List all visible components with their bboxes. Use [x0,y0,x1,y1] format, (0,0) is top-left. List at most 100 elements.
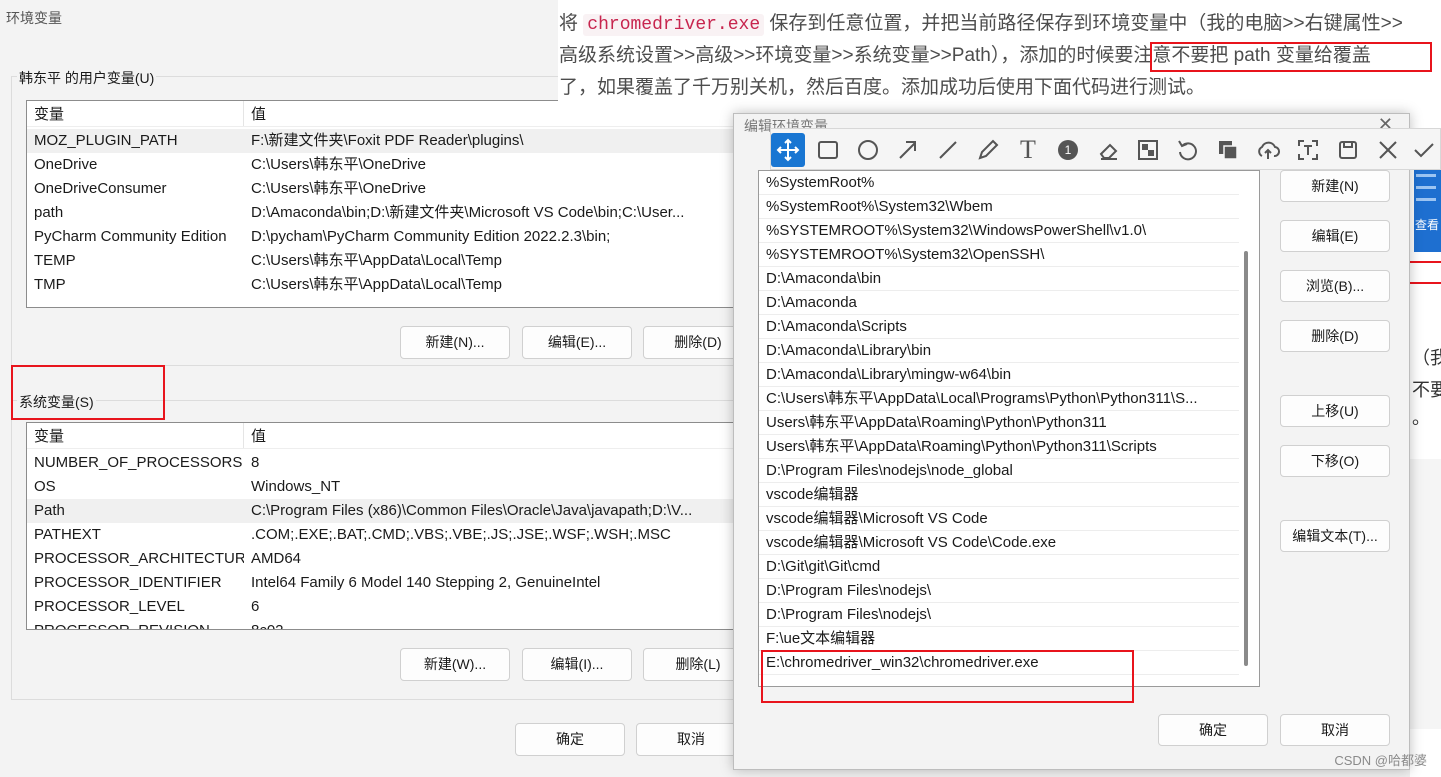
variable-name: OS [34,478,56,495]
line-icon[interactable] [931,133,965,167]
column-header-value[interactable]: 值 [251,101,266,129]
confirm-icon[interactable] [1407,133,1441,167]
move-up-button[interactable]: 上移(U) [1280,395,1390,427]
text-icon[interactable]: T [1011,133,1045,167]
user-edit-button[interactable]: 编辑(E)... [522,326,632,359]
number-marker-icon[interactable]: 1 [1051,133,1085,167]
list-item[interactable]: %SystemRoot%\System32\Wbem [759,195,1239,219]
system-variables-table[interactable]: 变量 值 NUMBER_OF_PROCESSORS 8 OS Windows_NT … [26,422,771,630]
list-item[interactable]: D:\Program Files\nodejs\ [759,579,1239,603]
move-icon[interactable] [771,133,805,167]
list-item[interactable]: %SYSTEMROOT%\System32\OpenSSH\ [759,243,1239,267]
variable-value: C:\Users\韩东平\OneDrive [251,180,427,197]
list-item[interactable]: Users\韩东平\AppData\Roaming\Python\Python3… [759,435,1239,459]
list-item[interactable]: D:\Git\git\Git\cmd [759,555,1239,579]
variable-value: F:\新建文件夹\Foxit PDF Reader\plugins\ [251,132,524,149]
variable-value: D:\pycham\PyCharm Community Edition 2022… [251,228,611,245]
list-item[interactable]: %SystemRoot% [759,171,1239,195]
list-item[interactable]: D:\Amaconda\Library\bin [759,339,1239,363]
variable-name: Path [34,502,65,519]
list-item[interactable]: D:\Amaconda\bin [759,267,1239,291]
column-header-value[interactable]: 值 [251,423,266,451]
table-row[interactable]: OS Windows_NT [27,475,770,499]
highlight-box [761,650,1134,703]
dialog-title: 环境变量 [6,10,62,26]
system-edit-button[interactable]: 编辑(I)... [522,648,632,681]
list-item[interactable]: vscode编辑器\Microsoft VS Code\Code.exe [759,531,1239,555]
table-row[interactable]: PyCharm Community Edition D:\pycham\PyCha… [27,225,770,249]
variable-value: 6 [251,598,260,615]
list-item[interactable]: D:\Amaconda\Scripts [759,315,1239,339]
delete-path-button[interactable]: 删除(D) [1280,320,1390,352]
undo-icon[interactable] [1171,133,1205,167]
mosaic-icon[interactable] [1131,133,1165,167]
table-row[interactable]: OneDrive C:\Users\韩东平\OneDrive [27,153,770,177]
table-header: 变量 值 [27,423,770,449]
text-fragment: 。 [1412,408,1430,428]
edit-ok-button[interactable]: 确定 [1158,714,1268,746]
move-down-button[interactable]: 下移(O) [1280,445,1390,477]
close-icon[interactable] [1371,133,1405,167]
table-row[interactable]: TMP C:\Users\韩东平\AppData\Local\Temp [27,273,770,297]
edit-cancel-button[interactable]: 取消 [1280,714,1390,746]
column-header-variable[interactable]: 变量 [34,101,64,129]
view-label[interactable]: 查看 [1415,216,1439,233]
table-row[interactable]: MOZ_PLUGIN_PATH F:\新建文件夹\Foxit PDF Reader… [27,129,770,153]
save-icon[interactable] [1331,133,1365,167]
red-divider [1410,261,1441,263]
scrollbar[interactable] [1244,251,1248,666]
table-row[interactable]: TEMP C:\Users\韩东平\AppData\Local\Temp [27,249,770,273]
highlight-box [11,365,165,420]
list-item[interactable]: C:\Users\韩东平\AppData\Local\Programs\Pyth… [759,387,1239,411]
variable-value: AMD64 [251,550,302,567]
edit-text-button[interactable]: 编辑文本(T)... [1280,520,1390,552]
variable-name: PROCESSOR_IDENTIFIER [34,574,222,591]
eraser-icon[interactable] [1091,133,1125,167]
arrow-icon[interactable] [891,133,925,167]
text-tool-glyph: T [1020,135,1036,164]
list-item[interactable]: D:\Amaconda\Library\mingw-w64\bin [759,363,1239,387]
system-new-button[interactable]: 新建(W)... [400,648,510,681]
list-item[interactable]: F:\ue文本编辑器 [759,627,1239,651]
rectangle-icon[interactable] [811,133,845,167]
path-entries-list[interactable]: %SystemRoot% %SystemRoot%\System32\Wbem … [758,170,1260,687]
list-item[interactable]: Users\韩东平\AppData\Roaming\Python\Python3… [759,411,1239,435]
browse-button[interactable]: 浏览(B)... [1280,270,1390,302]
new-path-button[interactable]: 新建(N) [1280,170,1390,202]
cancel-button[interactable]: 取消 [636,723,746,756]
table-row[interactable]: NUMBER_OF_PROCESSORS 8 [27,451,770,475]
list-item[interactable]: vscode编辑器\Microsoft VS Code [759,507,1239,531]
list-item[interactable]: %SYSTEMROOT%\System32\WindowsPowerShell\… [759,219,1239,243]
list-item[interactable]: D:\Program Files\nodejs\ [759,603,1239,627]
ocr-icon[interactable] [1291,133,1325,167]
edit-path-button[interactable]: 编辑(E) [1280,220,1390,252]
list-item[interactable]: vscode编辑器 [759,483,1239,507]
circle-icon[interactable] [851,133,885,167]
user-variables-table[interactable]: 变量 值 MOZ_PLUGIN_PATH F:\新建文件夹\Foxit PDF R… [26,100,771,308]
article-text: 将 [559,13,579,34]
table-row[interactable]: PATHEXT .COM;.EXE;.BAT;.CMD;.VBS;.VBE;.JS… [27,523,770,547]
variable-name: PyCharm Community Edition [34,228,227,245]
table-row[interactable]: PROCESSOR_ARCHITECTURE AMD64 [27,547,770,571]
variable-name: TMP [34,276,66,293]
user-new-button[interactable]: 新建(N)... [400,326,510,359]
column-header-variable[interactable]: 变量 [34,423,64,451]
table-row[interactable]: PROCESSOR_IDENTIFIER Intel64 Family 6 Mod… [27,571,770,595]
article-text: 保存到任意位置，并把当前路径保存到环境变量中（我的电脑>>右键属性>> [769,13,1403,34]
list-item[interactable]: D:\Program Files\nodejs\node_global [759,459,1239,483]
watermark: CSDN @哈都婆 [1334,753,1427,768]
variable-name: PROCESSOR_LEVEL [34,598,185,615]
table-row[interactable]: OneDriveConsumer C:\Users\韩东平\OneDrive [27,177,770,201]
list-item[interactable]: D:\Amaconda [759,291,1239,315]
variable-name: PATHEXT [34,526,101,543]
variable-name: TEMP [34,252,76,269]
table-row[interactable]: PROCESSOR_LEVEL 6 [27,595,770,619]
ok-button[interactable]: 确定 [515,723,625,756]
copy-icon[interactable] [1211,133,1245,167]
red-divider [1410,282,1441,284]
table-row[interactable]: path D:\Amaconda\bin;D:\新建文件夹\Microsoft V… [27,201,770,225]
pen-icon[interactable] [971,133,1005,167]
table-row[interactable]: PROCESSOR_REVISION 8c02 [27,619,770,629]
upload-icon[interactable] [1251,133,1285,167]
table-row[interactable]: Path C:\Program Files (x86)\Common Files\… [27,499,770,523]
